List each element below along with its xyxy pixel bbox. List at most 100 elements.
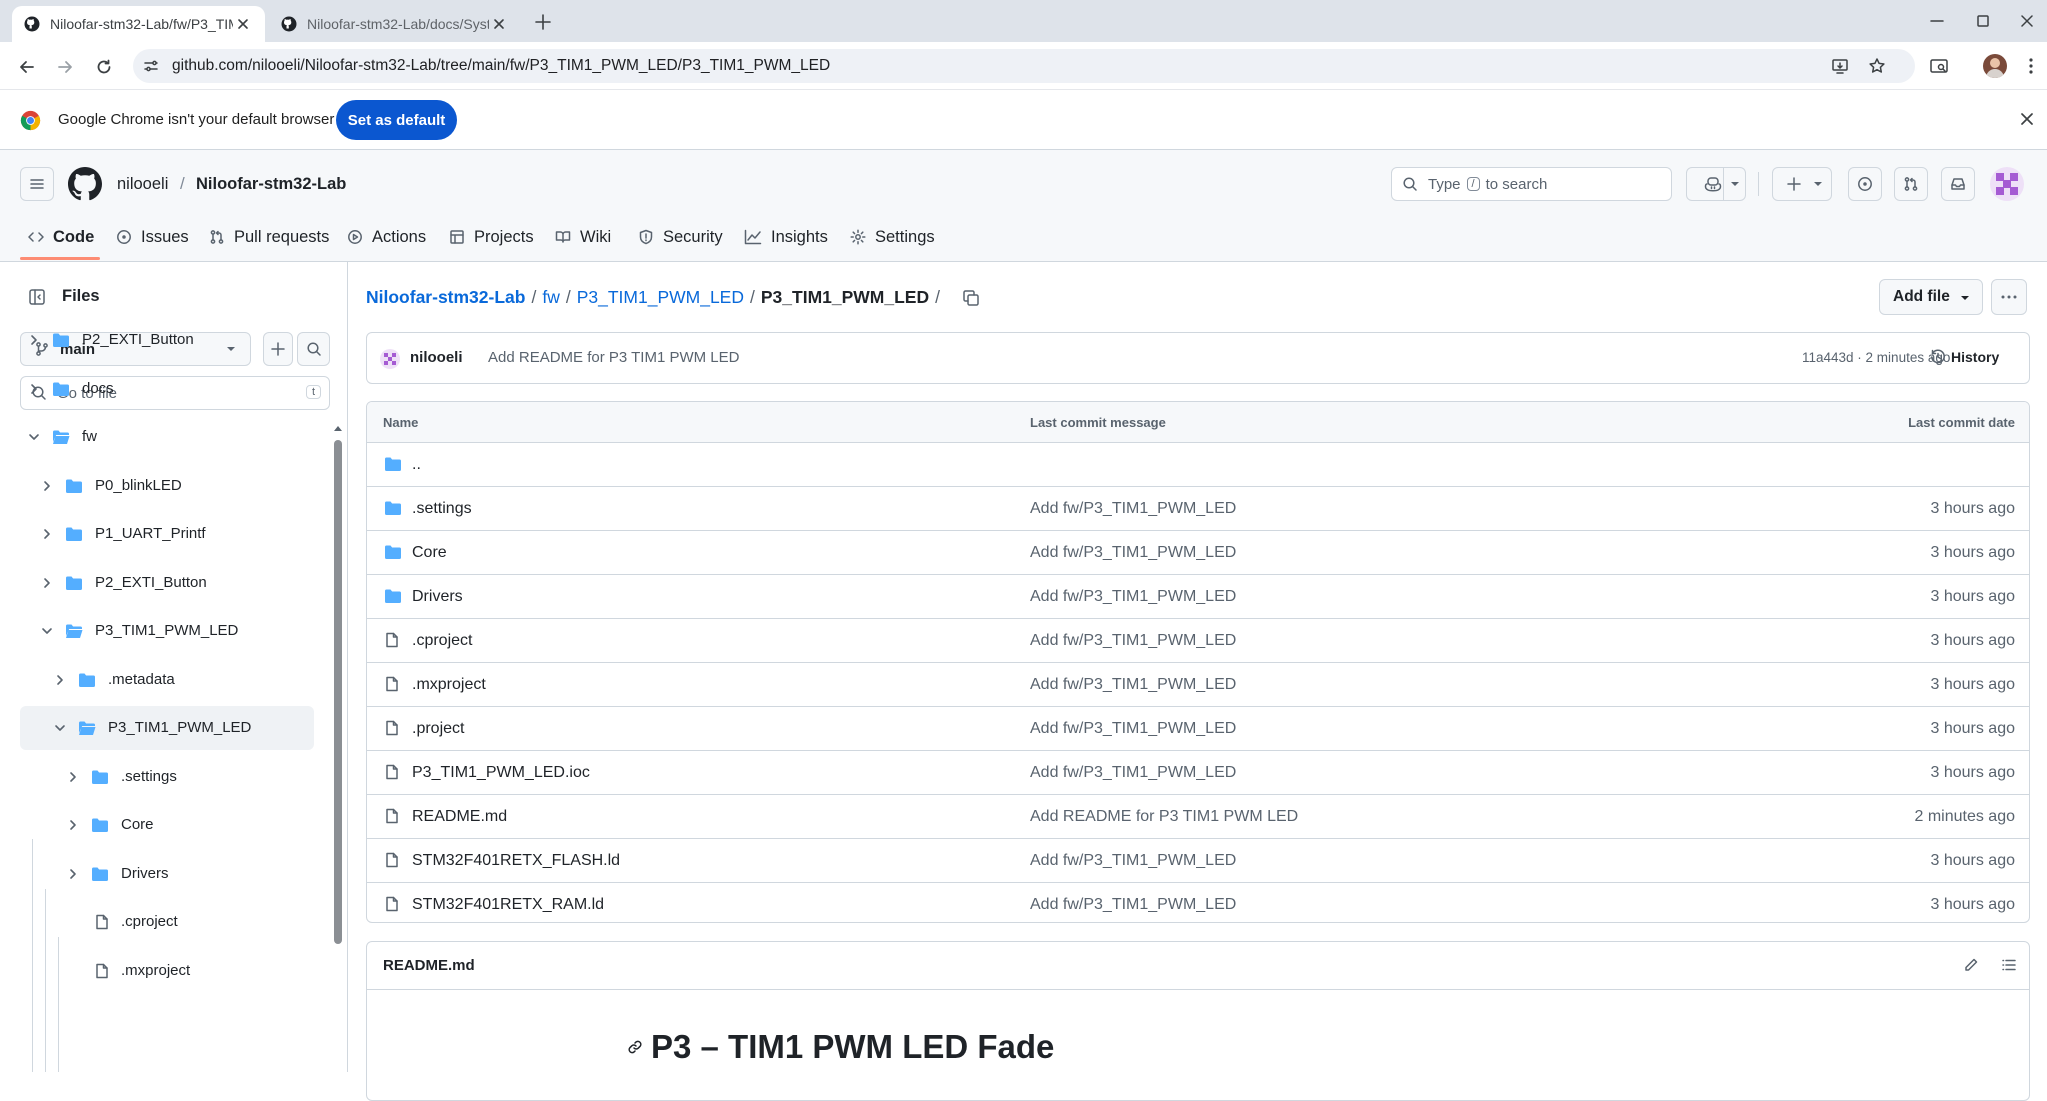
chevron-right-icon[interactable] (26, 332, 42, 348)
commit-author[interactable]: nilooeli (410, 349, 463, 366)
more-menu-icon[interactable] (2028, 56, 2034, 76)
outline-list-icon[interactable] (2001, 957, 2017, 973)
table-row[interactable]: Core Add fw/P3_TIM1_PWM_LED 3 hours ago (367, 530, 2029, 574)
anchor-link-icon[interactable] (627, 1039, 643, 1055)
bookmark-star-icon[interactable] (1868, 57, 1886, 75)
tree-item[interactable]: P3_TIM1_PWM_LED (20, 706, 314, 750)
history-link[interactable]: History (1930, 349, 1999, 365)
chevron-right-icon[interactable] (26, 381, 42, 397)
hamburger-menu-icon[interactable] (20, 167, 54, 201)
table-row[interactable]: STM32F401RETX_RAM.ld Add fw/P3_TIM1_PWM_L… (367, 882, 2029, 922)
copilot-button[interactable] (1686, 167, 1746, 201)
github-logo-icon[interactable] (68, 167, 102, 201)
table-row[interactable]: README.md Add README for P3 TIM1 PWM LED 2… (367, 794, 2029, 838)
commit-message-link[interactable]: Add fw/P3_TIM1_PWM_LED (1030, 632, 1236, 650)
minimize-icon[interactable] (1914, 0, 1960, 42)
commit-message-link[interactable]: Add fw/P3_TIM1_PWM_LED (1030, 544, 1236, 562)
tree-item[interactable]: Drivers (20, 852, 314, 896)
reload-icon[interactable] (91, 54, 117, 80)
github-search-input[interactable]: Type / to search (1391, 167, 1672, 201)
chevron-right-icon[interactable] (39, 478, 55, 494)
table-row[interactable]: P3_TIM1_PWM_LED.ioc Add fw/P3_TIM1_PWM_LE… (367, 750, 2029, 794)
tab-settings[interactable]: Settings (850, 220, 935, 254)
tab-search-icon[interactable] (1929, 56, 1949, 76)
tab-projects[interactable]: Projects (449, 220, 534, 254)
create-new-button[interactable] (1772, 167, 1832, 201)
close-tab-icon[interactable] (233, 14, 253, 34)
tab-actions[interactable]: Actions (347, 220, 426, 254)
back-arrow-icon[interactable] (14, 54, 40, 80)
sidebar-scrollbar[interactable] (333, 422, 343, 1072)
close-tab-icon[interactable] (489, 14, 509, 34)
tab-pull-requests[interactable]: Pull requests (209, 220, 329, 254)
tree-item[interactable]: .settings (20, 755, 314, 799)
tree-item[interactable]: .cproject (20, 900, 314, 944)
infobar-close-icon[interactable] (2020, 112, 2034, 126)
add-file-button[interactable]: Add file (1879, 279, 1983, 315)
file-name-link[interactable]: P3_TIM1_PWM_LED.ioc (412, 764, 590, 782)
breadcrumb-project-link[interactable]: P3_TIM1_PWM_LED (577, 287, 744, 308)
tree-item[interactable]: P1_UART_Printf (20, 512, 314, 556)
table-row[interactable]: .cproject Add fw/P3_TIM1_PWM_LED 3 hours a… (367, 618, 2029, 662)
breadcrumb-repo-link[interactable]: Niloofar-stm32-Lab (366, 287, 525, 308)
tree-item[interactable]: fw (20, 415, 314, 459)
table-row[interactable]: .mxproject Add fw/P3_TIM1_PWM_LED 3 hours … (367, 662, 2029, 706)
file-name-link[interactable]: STM32F401RETX_FLASH.ld (412, 852, 620, 870)
chevron-down-icon[interactable] (39, 623, 55, 639)
owner-link[interactable]: nilooeli (117, 175, 168, 194)
tree-item[interactable]: P2_EXTI_Button (20, 561, 314, 605)
commit-message-link[interactable]: Add fw/P3_TIM1_PWM_LED (1030, 676, 1236, 694)
chevron-right-icon[interactable] (65, 817, 81, 833)
install-app-icon[interactable] (1831, 57, 1849, 75)
table-row[interactable]: .project Add fw/P3_TIM1_PWM_LED 3 hours ag… (367, 706, 2029, 750)
url-text[interactable]: github.com/nilooeli/Niloofar-stm32-Lab/t… (172, 57, 830, 75)
set-as-default-button[interactable]: Set as default (336, 100, 457, 140)
commit-message-link[interactable]: Add fw/P3_TIM1_PWM_LED (1030, 896, 1236, 914)
chevron-right-icon[interactable] (52, 672, 68, 688)
forward-arrow-icon[interactable] (52, 54, 78, 80)
commit-sha-time[interactable]: 11a443d · 2 minutes ago (1802, 350, 1950, 365)
url-bar[interactable]: github.com/nilooeli/Niloofar-stm32-Lab/t… (133, 49, 1915, 83)
commit-message[interactable]: Add README for P3 TIM1 PWM LED (488, 349, 739, 366)
chevron-down-icon[interactable] (26, 429, 42, 445)
window-close-icon[interactable] (2006, 0, 2047, 42)
caret-down-icon[interactable] (1723, 168, 1745, 200)
issues-button[interactable] (1848, 167, 1882, 201)
more-options-button[interactable] (1991, 279, 2027, 315)
readme-filename[interactable]: README.md (383, 957, 475, 974)
chevron-right-icon[interactable] (39, 526, 55, 542)
table-row[interactable]: Drivers Add fw/P3_TIM1_PWM_LED 3 hours ago (367, 574, 2029, 618)
new-tab-icon[interactable] (532, 11, 554, 33)
tab-wiki[interactable]: Wiki (555, 220, 611, 254)
tree-item[interactable]: P3_TIM1_PWM_LED (20, 609, 314, 653)
commit-message-link[interactable]: Add fw/P3_TIM1_PWM_LED (1030, 500, 1236, 518)
tree-item[interactable]: Core (20, 803, 314, 847)
chevron-right-icon[interactable] (39, 575, 55, 591)
file-name-link[interactable]: README.md (412, 808, 507, 826)
tab-insights[interactable]: Insights (744, 220, 828, 254)
file-name-link[interactable]: .settings (412, 500, 472, 518)
file-name-link[interactable]: .cproject (412, 632, 472, 650)
commit-message-link[interactable]: Add fw/P3_TIM1_PWM_LED (1030, 720, 1236, 738)
repo-link[interactable]: Niloofar-stm32-Lab (196, 175, 346, 194)
commit-message-link[interactable]: Add fw/P3_TIM1_PWM_LED (1030, 588, 1236, 606)
file-name-link[interactable]: Drivers (412, 588, 463, 606)
commit-message-link[interactable]: Add README for P3 TIM1 PWM LED (1030, 808, 1298, 826)
tree-item[interactable]: docs (20, 367, 314, 411)
tree-item[interactable]: .metadata (20, 658, 314, 702)
user-avatar[interactable] (1990, 167, 2024, 201)
maximize-icon[interactable] (1960, 0, 2006, 42)
tree-item[interactable]: P2_EXTI_Button (20, 318, 314, 362)
browser-tab-active[interactable]: Niloofar-stm32-Lab/fw/P3_TIM1_PWM_LED/P3… (12, 6, 265, 42)
commit-message-link[interactable]: Add fw/P3_TIM1_PWM_LED (1030, 764, 1236, 782)
file-name-link[interactable]: Core (412, 544, 447, 562)
copy-path-icon[interactable] (962, 289, 980, 307)
file-name-link[interactable]: .project (412, 720, 464, 738)
collapse-sidebar-icon[interactable] (20, 280, 54, 314)
site-info-icon[interactable] (143, 58, 159, 74)
file-name-link[interactable]: STM32F401RETX_RAM.ld (412, 896, 604, 914)
chevron-right-icon[interactable] (65, 866, 81, 882)
chevron-right-icon[interactable] (65, 769, 81, 785)
tab-issues[interactable]: Issues (116, 220, 189, 254)
tab-security[interactable]: Security (638, 220, 723, 254)
